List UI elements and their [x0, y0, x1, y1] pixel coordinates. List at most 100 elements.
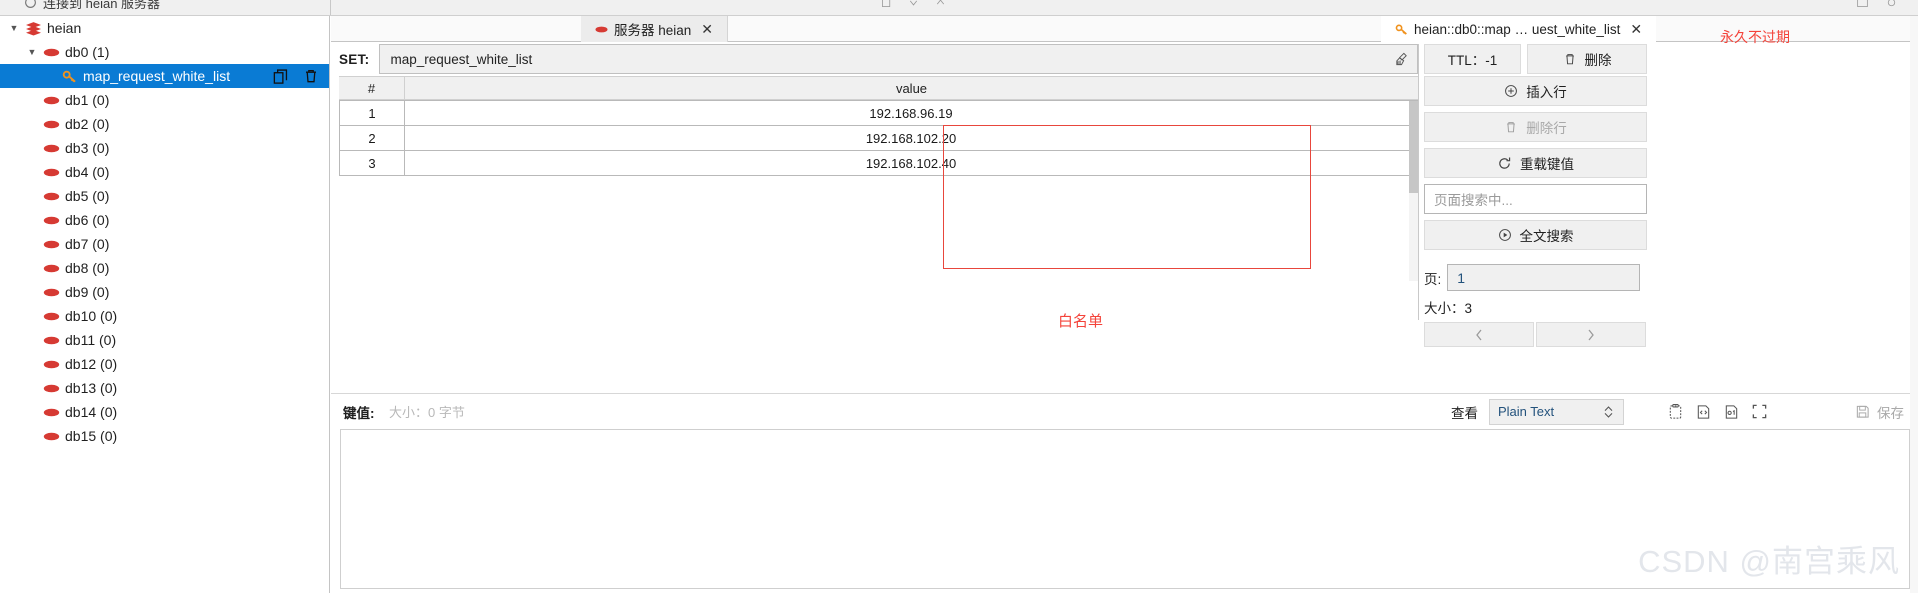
tree-item-db6[interactable]: db6 (0) — [0, 208, 329, 232]
reload-key-button[interactable]: 重载键值 — [1424, 148, 1647, 178]
tree-item-heian[interactable]: ▼ heian — [0, 16, 329, 40]
app-window: 连接到 heian 服务器 ▼ heian ▼ db0 (1) map_request_… — [0, 0, 1918, 593]
key-actions-panel[interactable]: 插入行 删除行 重载键值 页面搜索中... 全文搜索 页: 1 大小：3 — [1424, 76, 1918, 347]
value-table[interactable]: # value 1 192.168.96.19 2 192.168.102.20 3 19… — [339, 76, 1418, 316]
table-row[interactable]: 1 192.168.96.19 — [339, 101, 1418, 126]
key-name-input[interactable]: map_request_white_list — [379, 44, 1418, 74]
page-input[interactable]: 1 — [1447, 264, 1641, 291]
cell-index: 3 — [339, 151, 405, 175]
save-value-button[interactable]: 保存 — [1855, 402, 1904, 422]
broom-icon[interactable] — [1394, 52, 1409, 67]
page-search-input[interactable]: 页面搜索中... — [1424, 184, 1647, 214]
tree-item-db11[interactable]: db11 (0) — [0, 328, 329, 352]
connect-icon — [25, 0, 36, 8]
tree-item-db2[interactable]: db2 (0) — [0, 112, 329, 136]
cell-value[interactable]: 192.168.102.20 — [405, 126, 1418, 150]
database-icon — [40, 95, 62, 106]
trash-icon — [1565, 54, 1574, 65]
database-icon — [40, 119, 62, 130]
tree-item-db12[interactable]: db12 (0) — [0, 352, 329, 376]
prev-page-button[interactable] — [1424, 322, 1534, 347]
tree-item-db5[interactable]: db5 (0) — [0, 184, 329, 208]
refresh-icon — [1499, 157, 1511, 169]
tree-item-map-request-white-list[interactable]: map_request_white_list — [0, 64, 329, 88]
copy-icon — [882, 0, 891, 7]
database-icon — [40, 239, 62, 250]
editor-tools[interactable] — [1667, 403, 1768, 420]
tree-item-label: db15 (0) — [65, 428, 118, 444]
ttl-annotation: 永久不过期 — [1720, 29, 1790, 45]
tree-item-label: db0 (1) — [65, 44, 110, 60]
tree-item-db10[interactable]: db10 (0) — [0, 304, 329, 328]
tree-item-db8[interactable]: db8 (0) — [0, 256, 329, 280]
tree-item-label: db8 (0) — [65, 260, 110, 276]
chevron-right-icon — [1588, 329, 1594, 340]
value-size-label: 大小：0 字节 — [389, 405, 465, 420]
view-mode-value: Plain Text — [1498, 404, 1555, 419]
tree-item-db3[interactable]: db3 (0) — [0, 136, 329, 160]
cell-value[interactable]: 192.168.102.40 — [405, 151, 1418, 175]
tree-item-db7[interactable]: db7 (0) — [0, 232, 329, 256]
chevron-left-icon — [1476, 329, 1482, 340]
key-icon — [1395, 23, 1407, 35]
tree-item-db1[interactable]: db1 (0) — [0, 88, 329, 112]
database-icon — [40, 263, 62, 274]
toolbar-connection-label[interactable]: 连接到 heian 服务器 — [24, 0, 160, 12]
binary-icon[interactable] — [1723, 403, 1740, 420]
column-header-index: # — [339, 77, 405, 99]
tree-item-actions[interactable] — [272, 68, 319, 85]
tree-item-db14[interactable]: db14 (0) — [0, 400, 329, 424]
toolbar-connection-text: 连接到 heian 服务器 — [43, 0, 161, 11]
toolbar-divider — [330, 0, 331, 15]
table-header-row: # value — [339, 76, 1418, 100]
delete-key-button[interactable]: 删除 — [1527, 44, 1647, 74]
tree-item-db9[interactable]: db9 (0) — [0, 280, 329, 304]
tree-item-db13[interactable]: db13 (0) — [0, 376, 329, 400]
tab-server-heian[interactable]: 服务器 heian ✕ — [581, 16, 729, 42]
database-icon — [40, 431, 62, 442]
table-body[interactable]: 1 192.168.96.19 2 192.168.102.20 3 192.168.10… — [339, 100, 1418, 176]
table-row[interactable]: 2 192.168.102.20 — [339, 126, 1418, 151]
tree-item-label: db10 (0) — [65, 308, 118, 324]
save-icon — [1856, 405, 1869, 418]
database-icon — [40, 311, 62, 322]
table-scrollbar[interactable] — [1409, 101, 1418, 281]
pagination[interactable]: 页: 1 大小：3 — [1424, 264, 1918, 347]
main-toolbar: 连接到 heian 服务器 — [0, 0, 1918, 16]
table-row[interactable]: 3 192.168.102.40 — [339, 151, 1418, 176]
tab-bar[interactable]: 服务器 heian ✕ heian::db0::map … uest_white… — [331, 16, 1918, 42]
tab-key-detail[interactable]: heian::db0::map … uest_white_list ✕ — [1381, 16, 1657, 42]
clipboard-icon[interactable] — [1667, 403, 1684, 420]
full-text-search-button[interactable]: 全文搜索 — [1424, 220, 1647, 250]
window-scrollbar[interactable] — [1910, 16, 1918, 593]
tree-item-db0[interactable]: ▼ db0 (1) — [0, 40, 329, 64]
tree-item-label: db3 (0) — [65, 140, 110, 156]
view-mode-select[interactable]: Plain Text — [1489, 398, 1624, 425]
tree-item-db15[interactable]: db15 (0) — [0, 424, 329, 448]
toolbar-center-group[interactable] — [880, 0, 947, 9]
chevron-down-icon[interactable]: ▼ — [6, 23, 22, 33]
toolbar-right-group[interactable] — [1856, 0, 1898, 9]
save-value-label: 保存 — [1877, 405, 1904, 421]
duplicate-icon[interactable] — [272, 68, 289, 85]
cell-value[interactable]: 192.168.96.19 — [405, 101, 1418, 125]
code-icon[interactable] — [1695, 403, 1712, 420]
chevron-down-icon[interactable]: ▼ — [24, 47, 40, 57]
page-search-placeholder: 页面搜索中... — [1434, 193, 1513, 208]
delete-row-button[interactable]: 删除行 — [1424, 112, 1647, 142]
tree-item-db4[interactable]: db4 (0) — [0, 160, 329, 184]
fullscreen-icon[interactable] — [1751, 403, 1768, 420]
stack-icon — [22, 21, 44, 36]
connection-tree[interactable]: ▼ heian ▼ db0 (1) map_request_white_list db1 … — [0, 16, 329, 448]
insert-row-button[interactable]: 插入行 — [1424, 76, 1647, 106]
next-page-button[interactable] — [1536, 322, 1646, 347]
delete-icon[interactable] — [303, 68, 319, 84]
database-icon — [40, 359, 62, 370]
key-icon — [58, 69, 80, 84]
ttl-display[interactable]: TTL：-1 — [1424, 44, 1521, 74]
tab-close-icon[interactable]: ✕ — [701, 21, 713, 38]
tab-label: heian::db0::map … uest_white_list — [1414, 21, 1621, 37]
connection-tree-sidebar[interactable]: ▼ heian ▼ db0 (1) map_request_white_list db1 … — [0, 16, 330, 593]
tab-close-icon[interactable]: ✕ — [1630, 21, 1642, 38]
table-scrollbar-thumb[interactable] — [1409, 101, 1418, 193]
